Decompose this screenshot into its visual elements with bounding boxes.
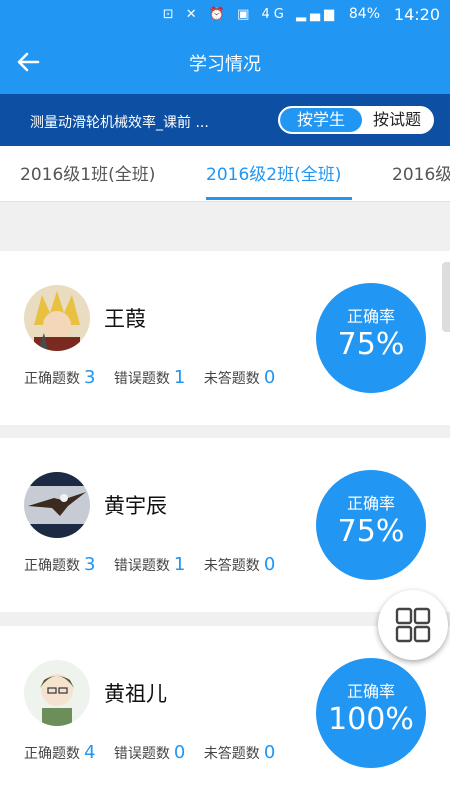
correct-label: 正确题数 (24, 746, 80, 762)
unanswered-count: 0 (263, 367, 276, 388)
correct-label: 正确题数 (24, 558, 80, 574)
view-toggle: 按学生 按试题 (278, 106, 434, 134)
rate-circle: 正确率 75% (316, 470, 426, 580)
battery-level: 84% (348, 6, 380, 22)
unanswered-count: 0 (263, 554, 276, 575)
toggle-by-student[interactable]: 按学生 (280, 108, 362, 132)
student-card[interactable]: 黄祖儿 正确题数 4 错误题数 0 未答题数 0 正确率 100% (0, 626, 450, 800)
student-list[interactable]: 王葭 正确题数 3 错误题数 1 未答题数 0 正确率 75% 黄宇辰 正确题数 3 错… (0, 203, 450, 800)
student-name: 黄宇辰 (104, 494, 167, 518)
wrong-count: 1 (173, 554, 186, 575)
grid-menu-button[interactable] (378, 590, 448, 660)
grid-menu-icon (395, 607, 431, 643)
student-stats: 正确题数 3 错误题数 1 未答题数 0 (24, 554, 289, 575)
tab-class-3[interactable]: 2016级 (392, 160, 450, 185)
student-card[interactable]: 王葭 正确题数 3 错误题数 1 未答题数 0 正确率 75% (0, 251, 450, 425)
student-stats: 正确题数 4 错误题数 0 未答题数 0 (24, 742, 289, 763)
correct-count: 3 (84, 367, 96, 388)
tab-class-2[interactable]: 2016级2班(全班) (206, 160, 341, 185)
avatar (24, 285, 90, 351)
app-bar: 学习情况 (0, 30, 450, 94)
rate-label: 正确率 (346, 682, 395, 701)
status-bar: ⊡ ✕ ⏰ ▣ 4G ▂▄▆ 84% 14:20 (0, 0, 450, 30)
active-tab-indicator (206, 197, 352, 200)
unanswered-label: 未答题数 (203, 558, 260, 574)
unanswered-label: 未答题数 (203, 746, 260, 762)
wrong-count: 0 (173, 742, 186, 763)
class-tabs: 2016级1班(全班) 2016级2班(全班) 2016级 (0, 146, 450, 202)
unanswered-label: 未答题数 (203, 371, 260, 387)
tab-class-1[interactable]: 2016级1班(全班) (20, 160, 155, 185)
rate-value: 75% (337, 514, 405, 549)
rate-value: 100% (328, 702, 414, 737)
correct-label: 正确题数 (24, 371, 80, 387)
wrong-label: 错误题数 (113, 746, 170, 762)
avatar (24, 472, 90, 538)
status-icons: ⊡ ✕ ⏰ ▣ 4G ▂▄▆ (162, 7, 338, 22)
avatar (24, 660, 90, 726)
exam-bar: 测量动滑轮机械效率_课前 ... 按学生 按试题 (0, 94, 450, 146)
rate-value: 75% (337, 327, 405, 362)
wrong-count: 1 (173, 367, 186, 388)
rate-circle: 正确率 75% (316, 283, 426, 393)
clock: 14:20 (393, 5, 440, 24)
correct-count: 4 (84, 742, 96, 763)
rate-circle: 正确率 100% (316, 658, 426, 768)
correct-count: 3 (84, 554, 96, 575)
student-stats: 正确题数 3 错误题数 1 未答题数 0 (24, 367, 289, 388)
toggle-by-question[interactable]: 按试题 (362, 108, 432, 132)
wrong-label: 错误题数 (113, 371, 170, 387)
student-name: 黄祖儿 (104, 682, 167, 706)
page-title: 学习情况 (189, 54, 261, 75)
student-name: 王葭 (104, 307, 146, 331)
rate-label: 正确率 (346, 307, 395, 326)
unanswered-count: 0 (263, 742, 276, 763)
rate-label: 正确率 (346, 494, 395, 513)
scrollbar[interactable] (442, 262, 450, 332)
wrong-label: 错误题数 (113, 558, 170, 574)
exam-name: 测量动滑轮机械效率_课前 ... (30, 115, 209, 131)
student-card[interactable]: 黄宇辰 正确题数 3 错误题数 1 未答题数 0 正确率 75% (0, 438, 450, 612)
